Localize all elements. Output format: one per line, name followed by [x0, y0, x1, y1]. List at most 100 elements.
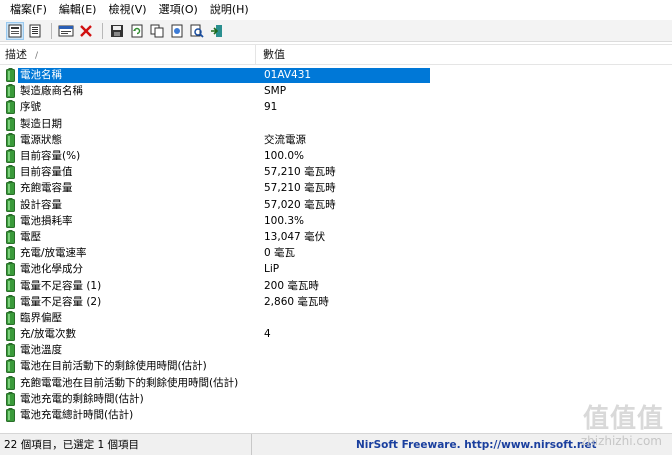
battery-icon [6, 278, 15, 293]
table-row[interactable]: 電池溫度 [0, 342, 672, 358]
battery-info-list[interactable]: 描述 / 數值 電池名稱 01AV431 製造廠商名稱 SMP 序號 91 製造日期 電源狀態… [0, 44, 672, 433]
table-row[interactable]: 目前容量(%) 100.0% [0, 148, 672, 164]
row-value: 57,020 毫瓦時 [264, 198, 336, 211]
menu-file[interactable]: 檔案(F) [4, 1, 53, 19]
row-description: 製造日期 [20, 117, 62, 130]
battery-icon [6, 262, 15, 277]
table-row[interactable]: 臨界偏壓 [0, 310, 672, 326]
battery-icon [6, 343, 15, 358]
table-row[interactable]: 設計容量 57,020 毫瓦時 [0, 197, 672, 213]
row-description: 電量不足容量 (1) [20, 279, 102, 292]
delete-icon[interactable] [77, 22, 95, 40]
table-row[interactable]: 電量不足容量 (1) 200 毫瓦時 [0, 277, 672, 293]
battery-icon [6, 246, 15, 261]
row-description: 電池充電總計時間(估計) [20, 409, 134, 422]
row-description: 充飽電電池在目前活動下的剩餘使用時間(估計) [20, 376, 239, 389]
row-value: 100.0% [264, 150, 305, 163]
table-row[interactable]: 電池充電總計時間(估計) [0, 407, 672, 423]
battery-icon [6, 294, 15, 309]
menu-edit[interactable]: 編輯(E) [53, 1, 103, 19]
table-row[interactable]: 充飽電電池在目前活動下的剩餘使用時間(估計) [0, 375, 672, 391]
row-value: 4 [264, 328, 271, 341]
list-rows: 電池名稱 01AV431 製造廠商名稱 SMP 序號 91 製造日期 電源狀態 交流電源 目前容… [0, 67, 672, 423]
table-row[interactable]: 電池在目前活動下的剩餘使用時間(估計) [0, 358, 672, 374]
row-description: 電壓 [20, 230, 41, 243]
list-header: 描述 / 數值 [0, 45, 672, 65]
row-description: 電池在目前活動下的剩餘使用時間(估計) [20, 360, 207, 373]
battery-icon [6, 391, 15, 406]
table-row[interactable]: 序號 91 [0, 99, 672, 115]
table-row[interactable]: 電池充電的剩餘時間(估計) [0, 391, 672, 407]
html-report-icon[interactable] [168, 22, 186, 40]
battery-icon [6, 148, 15, 163]
battery-icon [6, 327, 15, 341]
table-row[interactable]: 充/放電次數 4 [0, 326, 672, 342]
toolbar [0, 20, 672, 42]
row-description: 臨界偏壓 [20, 311, 62, 324]
menu-bar: 檔案(F) 編輯(E) 檢視(V) 選項(O) 說明(H) [0, 0, 672, 20]
battery-icon [6, 375, 15, 390]
column-header-value[interactable]: 數值 [258, 45, 428, 65]
row-description: 電池損耗率 [20, 214, 73, 227]
battery-icon [6, 165, 15, 180]
row-value: 200 毫瓦時 [264, 279, 319, 292]
menu-help[interactable]: 說明(H) [204, 1, 255, 19]
nirsoft-link[interactable]: NirSoft Freeware. http://www.nirsoft.net [356, 434, 596, 455]
properties-icon[interactable] [57, 22, 75, 40]
row-value: LiP [264, 263, 280, 276]
watermark-logo: 值值值 [582, 404, 664, 434]
row-description: 電池名稱 [20, 69, 62, 82]
save-icon[interactable] [108, 22, 126, 40]
battery-icon [6, 84, 15, 99]
row-description: 充電/放電速率 [20, 247, 87, 260]
battery-icon [6, 359, 15, 374]
table-row[interactable]: 電壓 13,047 毫伏 [0, 229, 672, 245]
row-description: 電源狀態 [20, 133, 62, 146]
battery-icon [6, 68, 15, 82]
row-value: 57,210 毫瓦時 [264, 166, 336, 179]
table-row[interactable]: 電池化學成分 LiP [0, 261, 672, 277]
table-row[interactable]: 電量不足容量 (2) 2,860 毫瓦時 [0, 294, 672, 310]
battery-icon [6, 407, 15, 422]
row-description: 電量不足容量 (2) [20, 295, 102, 308]
toolbar-separator [102, 22, 103, 39]
view-list-icon[interactable] [6, 21, 24, 40]
battery-icon [6, 310, 15, 325]
row-description: 設計容量 [20, 198, 62, 211]
exit-icon[interactable] [208, 22, 226, 40]
view-report-icon[interactable] [26, 22, 44, 40]
row-description: 序號 [20, 101, 41, 114]
table-row[interactable]: 目前容量值 57,210 毫瓦時 [0, 164, 672, 180]
copy-icon[interactable] [148, 22, 166, 40]
battery-icon [6, 229, 15, 244]
table-row[interactable]: 製造日期 [0, 116, 672, 132]
toolbar-separator [51, 22, 52, 39]
row-value: 0 毫瓦 [264, 247, 296, 260]
watermark-url: zhizhizhi.com [580, 434, 662, 448]
column-header-description[interactable]: 描述 / [0, 45, 256, 65]
row-value: 交流電源 [264, 133, 306, 146]
status-item-count: 22 個項目，已選定 1 個項目 [4, 434, 252, 455]
battery-icon [6, 116, 15, 131]
row-description: 充/放電次數 [20, 328, 77, 341]
table-row[interactable]: 電池名稱 01AV431 [0, 67, 672, 83]
find-icon[interactable] [188, 22, 206, 40]
status-bar: 22 個項目，已選定 1 個項目 NirSoft Freeware. http:… [0, 433, 672, 455]
row-value: 91 [264, 101, 278, 114]
row-value: 13,047 毫伏 [264, 230, 326, 243]
battery-icon [6, 132, 15, 147]
refresh-icon[interactable] [128, 22, 146, 40]
table-row[interactable]: 充飽電容量 57,210 毫瓦時 [0, 180, 672, 196]
menu-options[interactable]: 選項(O) [153, 1, 204, 19]
battery-icon [6, 100, 15, 115]
row-value: 100.3% [264, 214, 305, 227]
column-header-description-label: 描述 [5, 48, 27, 61]
row-description: 製造廠商名稱 [20, 85, 83, 98]
row-value: 57,210 毫瓦時 [264, 182, 336, 195]
table-row[interactable]: 電源狀態 交流電源 [0, 132, 672, 148]
table-row[interactable]: 電池損耗率 100.3% [0, 213, 672, 229]
table-row[interactable]: 充電/放電速率 0 毫瓦 [0, 245, 672, 261]
menu-view[interactable]: 檢視(V) [102, 1, 152, 19]
table-row[interactable]: 製造廠商名稱 SMP [0, 83, 672, 99]
row-value: 01AV431 [264, 69, 312, 82]
